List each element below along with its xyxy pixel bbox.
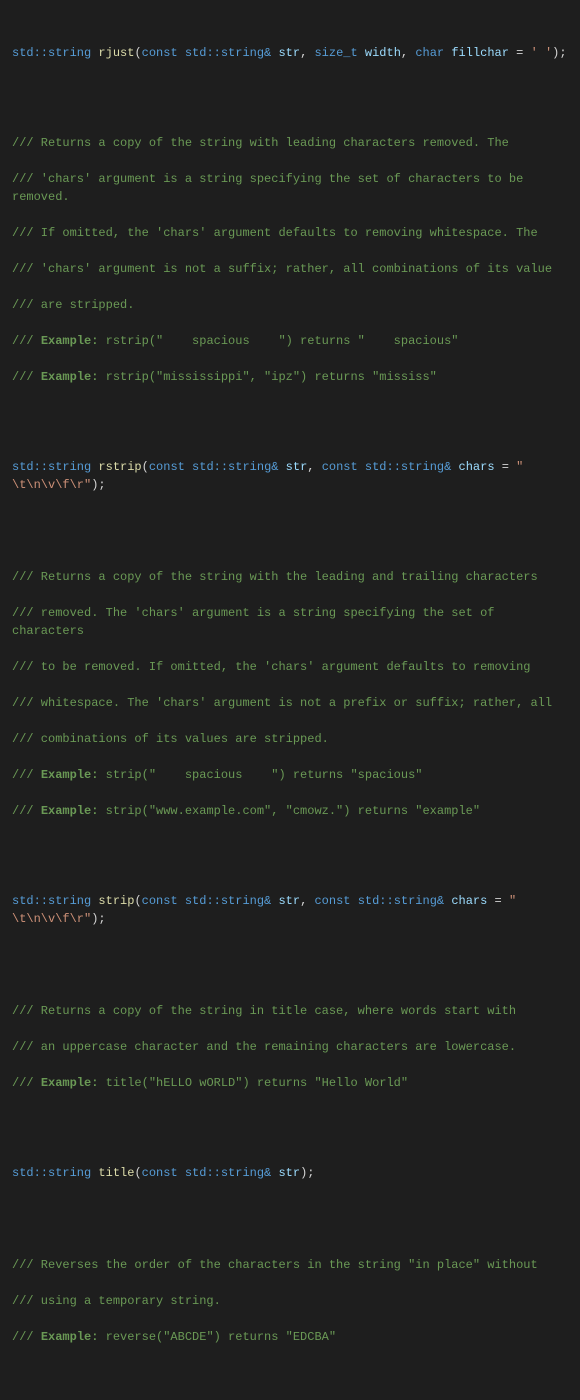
line-blank-4 [12,856,568,874]
line-cm-9: /// removed. The 'chars' argument is a s… [12,604,568,640]
line-cm-1: /// Returns a copy of the string with le… [12,134,568,152]
line-cm-7: /// Example: rstrip("mississippi", "ipz"… [12,368,568,386]
line-cm-13: /// Example: strip(" spacious ") returns… [12,766,568,784]
line-cm-11: /// whitespace. The 'chars' argument is … [12,694,568,712]
line-blank-7 [12,1220,568,1238]
line-sig-title: std::string title(const std::string& str… [12,1164,568,1182]
line-cm-15: /// Returns a copy of the string in titl… [12,1002,568,1020]
line-blank-1 [12,98,568,116]
line-cm-20: /// Example: reverse("ABCDE") returns "E… [12,1328,568,1346]
line-cm-19: /// using a temporary string. [12,1292,568,1310]
line-cm-10: /// to be removed. If omitted, the 'char… [12,658,568,676]
line-blank-8 [12,1382,568,1400]
line-1: std::string rjust(const std::string& str… [12,44,568,62]
line-cm-8: /// Returns a copy of the string with th… [12,568,568,586]
line-blank-2 [12,422,568,440]
line-cm-3: /// If omitted, the 'chars' argument def… [12,224,568,242]
line-cm-16: /// an uppercase character and the remai… [12,1038,568,1056]
line-cm-2: /// 'chars' argument is a string specify… [12,170,568,206]
line-cm-18: /// Reverses the order of the characters… [12,1256,568,1274]
line-blank-6 [12,1128,568,1146]
line-cm-14: /// Example: strip("www.example.com", "c… [12,802,568,820]
line-sig-strip: std::string strip(const std::string& str… [12,892,568,928]
line-cm-4: /// 'chars' argument is not a suffix; ra… [12,260,568,278]
line-cm-6: /// Example: rstrip(" spacious ") return… [12,332,568,350]
line-cm-5: /// are stripped. [12,296,568,314]
line-sig-rstrip: std::string rstrip(const std::string& st… [12,458,568,494]
line-cm-12: /// combinations of its values are strip… [12,730,568,748]
line-blank-3 [12,532,568,550]
line-blank-5 [12,966,568,984]
line-cm-17: /// Example: title("hELLO wORLD") return… [12,1074,568,1092]
code-container: std::string rjust(const std::string& str… [0,0,580,1400]
